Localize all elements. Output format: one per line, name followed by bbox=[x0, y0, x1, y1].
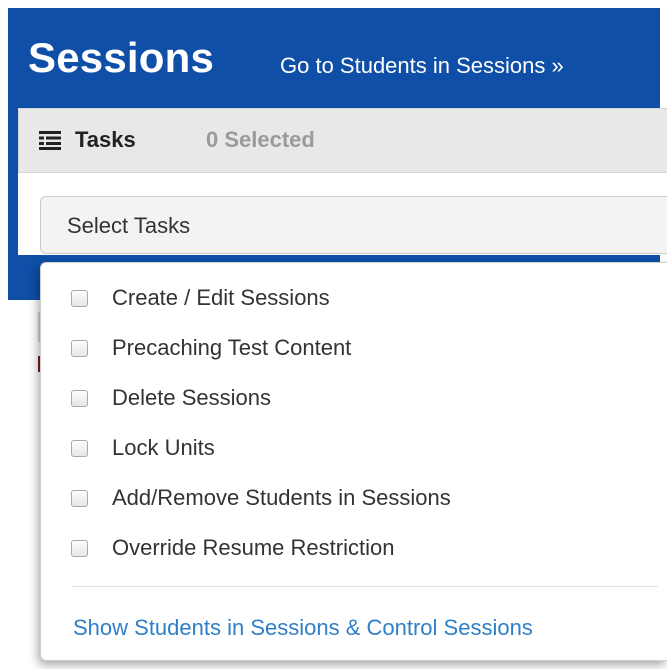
menu-item-override-resume-restriction[interactable]: Override Resume Restriction bbox=[71, 532, 394, 564]
menu-item-label: Lock Units bbox=[112, 435, 215, 460]
list-icon-svg bbox=[39, 131, 61, 150]
go-to-students-link[interactable]: Go to Students in Sessions » bbox=[280, 52, 564, 80]
checkbox[interactable] bbox=[71, 489, 88, 507]
menu-item-create-edit-sessions[interactable]: Create / Edit Sessions bbox=[71, 282, 330, 314]
checkbox[interactable] bbox=[71, 289, 88, 307]
menu-item-delete-sessions[interactable]: Delete Sessions bbox=[71, 382, 271, 414]
tasks-label: Tasks bbox=[75, 127, 136, 152]
menu-item-precaching-test-content[interactable]: Precaching Test Content bbox=[71, 332, 351, 364]
show-students-control-sessions-link[interactable]: Show Students in Sessions & Control Sess… bbox=[73, 614, 533, 642]
menu-item-label: Override Resume Restriction bbox=[112, 535, 395, 560]
menu-item-label: Delete Sessions bbox=[112, 385, 271, 410]
menu-item-add-remove-students[interactable]: Add/Remove Students in Sessions bbox=[71, 482, 451, 514]
menu-item-label: Create / Edit Sessions bbox=[112, 285, 330, 310]
select-tasks-dropdown[interactable]: Select Tasks bbox=[40, 196, 667, 254]
select-tasks-label: Select Tasks bbox=[67, 213, 191, 238]
checkbox[interactable] bbox=[71, 439, 88, 457]
tasks-panel: Tasks 0 Selected bbox=[18, 108, 667, 173]
menu-divider bbox=[71, 586, 658, 587]
tasks-dropdown-menu: Create / Edit Sessions Precaching Test C… bbox=[40, 262, 667, 661]
menu-item-label: Add/Remove Students in Sessions bbox=[112, 485, 451, 510]
menu-item-label: Precaching Test Content bbox=[112, 335, 352, 360]
checkbox[interactable] bbox=[71, 389, 88, 407]
selected-count: 0 Selected bbox=[206, 127, 315, 152]
page-title: Sessions bbox=[28, 34, 215, 81]
list-icon bbox=[39, 130, 61, 150]
checkbox[interactable] bbox=[71, 339, 88, 357]
menu-item-lock-units[interactable]: Lock Units bbox=[71, 432, 215, 464]
checkbox[interactable] bbox=[71, 539, 88, 557]
page: Sessions Go to Students in Sessions » Ta… bbox=[0, 0, 667, 669]
